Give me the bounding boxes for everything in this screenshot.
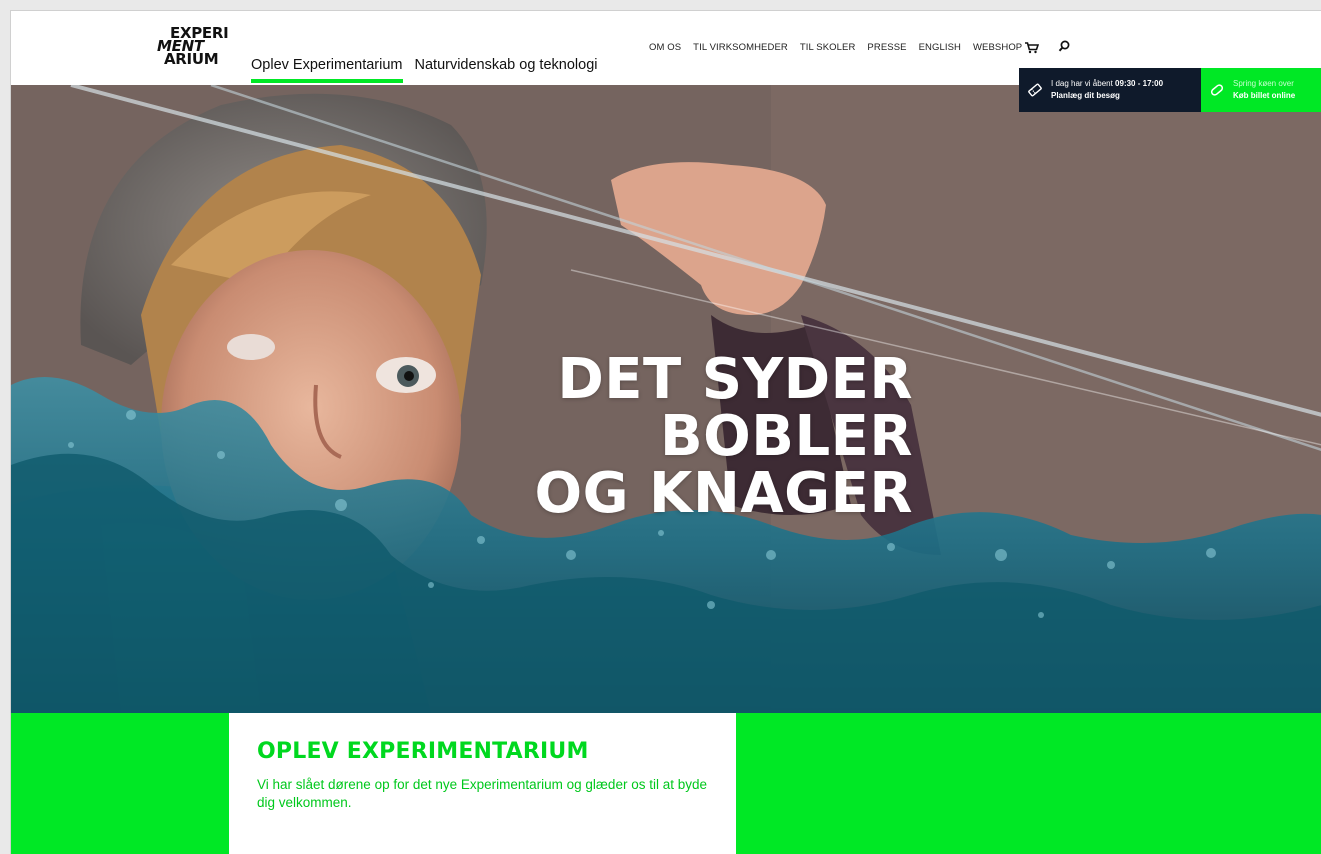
nav-om-os[interactable]: OM OS (649, 42, 681, 53)
nav-oplev-experimentarium[interactable]: Oplev Experimentarium (251, 57, 403, 83)
plan-visit-link[interactable]: Planlæg dit besøg (1051, 91, 1120, 100)
search-button[interactable] (1057, 40, 1071, 55)
hero-headline: DET SYDER BOBLER OG KNAGER (534, 351, 913, 522)
hero-line-3: OG KNAGER (534, 461, 913, 526)
experimentarium-logo[interactable]: EXPERI MENT ARIUM (157, 26, 229, 68)
nav-webshop[interactable]: WEBSHOP (972, 41, 1040, 54)
hours-value: 09:30 - 17:00 (1115, 79, 1164, 88)
skip-queue-label: Spring køen over (1233, 79, 1294, 88)
intro-card: OPLEV EXPERIMENTARIUM Vi har slået døren… (229, 713, 736, 854)
buy-ticket-link[interactable]: Køb billet online (1233, 91, 1295, 100)
nav-til-skoler[interactable]: TIL SKOLER (800, 42, 856, 53)
intro-text: Vi har slået dørene op for det nye Exper… (257, 777, 707, 810)
hero-line-2: BOBLER (659, 404, 913, 469)
utility-navigation: OM OS TIL VIRKSOMHEDER TIL SKOLER PRESSE… (649, 40, 1071, 55)
tag-icon (1201, 82, 1233, 98)
browser-page: EXPERI MENT ARIUM Oplev Experimentarium … (10, 10, 1321, 854)
search-icon (1059, 40, 1070, 52)
ticket-icon (1019, 82, 1051, 98)
logo-line-3: ARIUM (164, 50, 219, 68)
main-navigation: Oplev Experimentarium Naturvidenskab og … (251, 57, 598, 83)
hero-banner: DET SYDER BOBLER OG KNAGER (11, 85, 1321, 713)
nav-presse[interactable]: PRESSE (867, 42, 906, 53)
hero-line-1: DET SYDER (557, 347, 913, 412)
opening-hours-box[interactable]: I dag har vi åbent 09:30 - 17:00 Planlæg… (1019, 68, 1201, 112)
hours-prefix: I dag har vi åbent (1051, 79, 1116, 88)
intro-section: OPLEV EXPERIMENTARIUM Vi har slået døren… (11, 713, 1321, 854)
buy-ticket-text: Spring køen over Køb billet online (1233, 78, 1295, 102)
intro-title: OPLEV EXPERIMENTARIUM (257, 739, 589, 764)
nav-english[interactable]: ENGLISH (919, 42, 961, 53)
webshop-label: WEBSHOP (972, 42, 1023, 53)
opening-hours-text: I dag har vi åbent 09:30 - 17:00 Planlæg… (1051, 78, 1163, 102)
nav-til-virksomheder[interactable]: TIL VIRKSOMHEDER (693, 42, 788, 53)
cart-icon (1025, 41, 1040, 53)
nav-naturvidenskab[interactable]: Naturvidenskab og teknologi (415, 57, 598, 81)
buy-ticket-box[interactable]: Spring køen over Køb billet online (1201, 68, 1321, 112)
